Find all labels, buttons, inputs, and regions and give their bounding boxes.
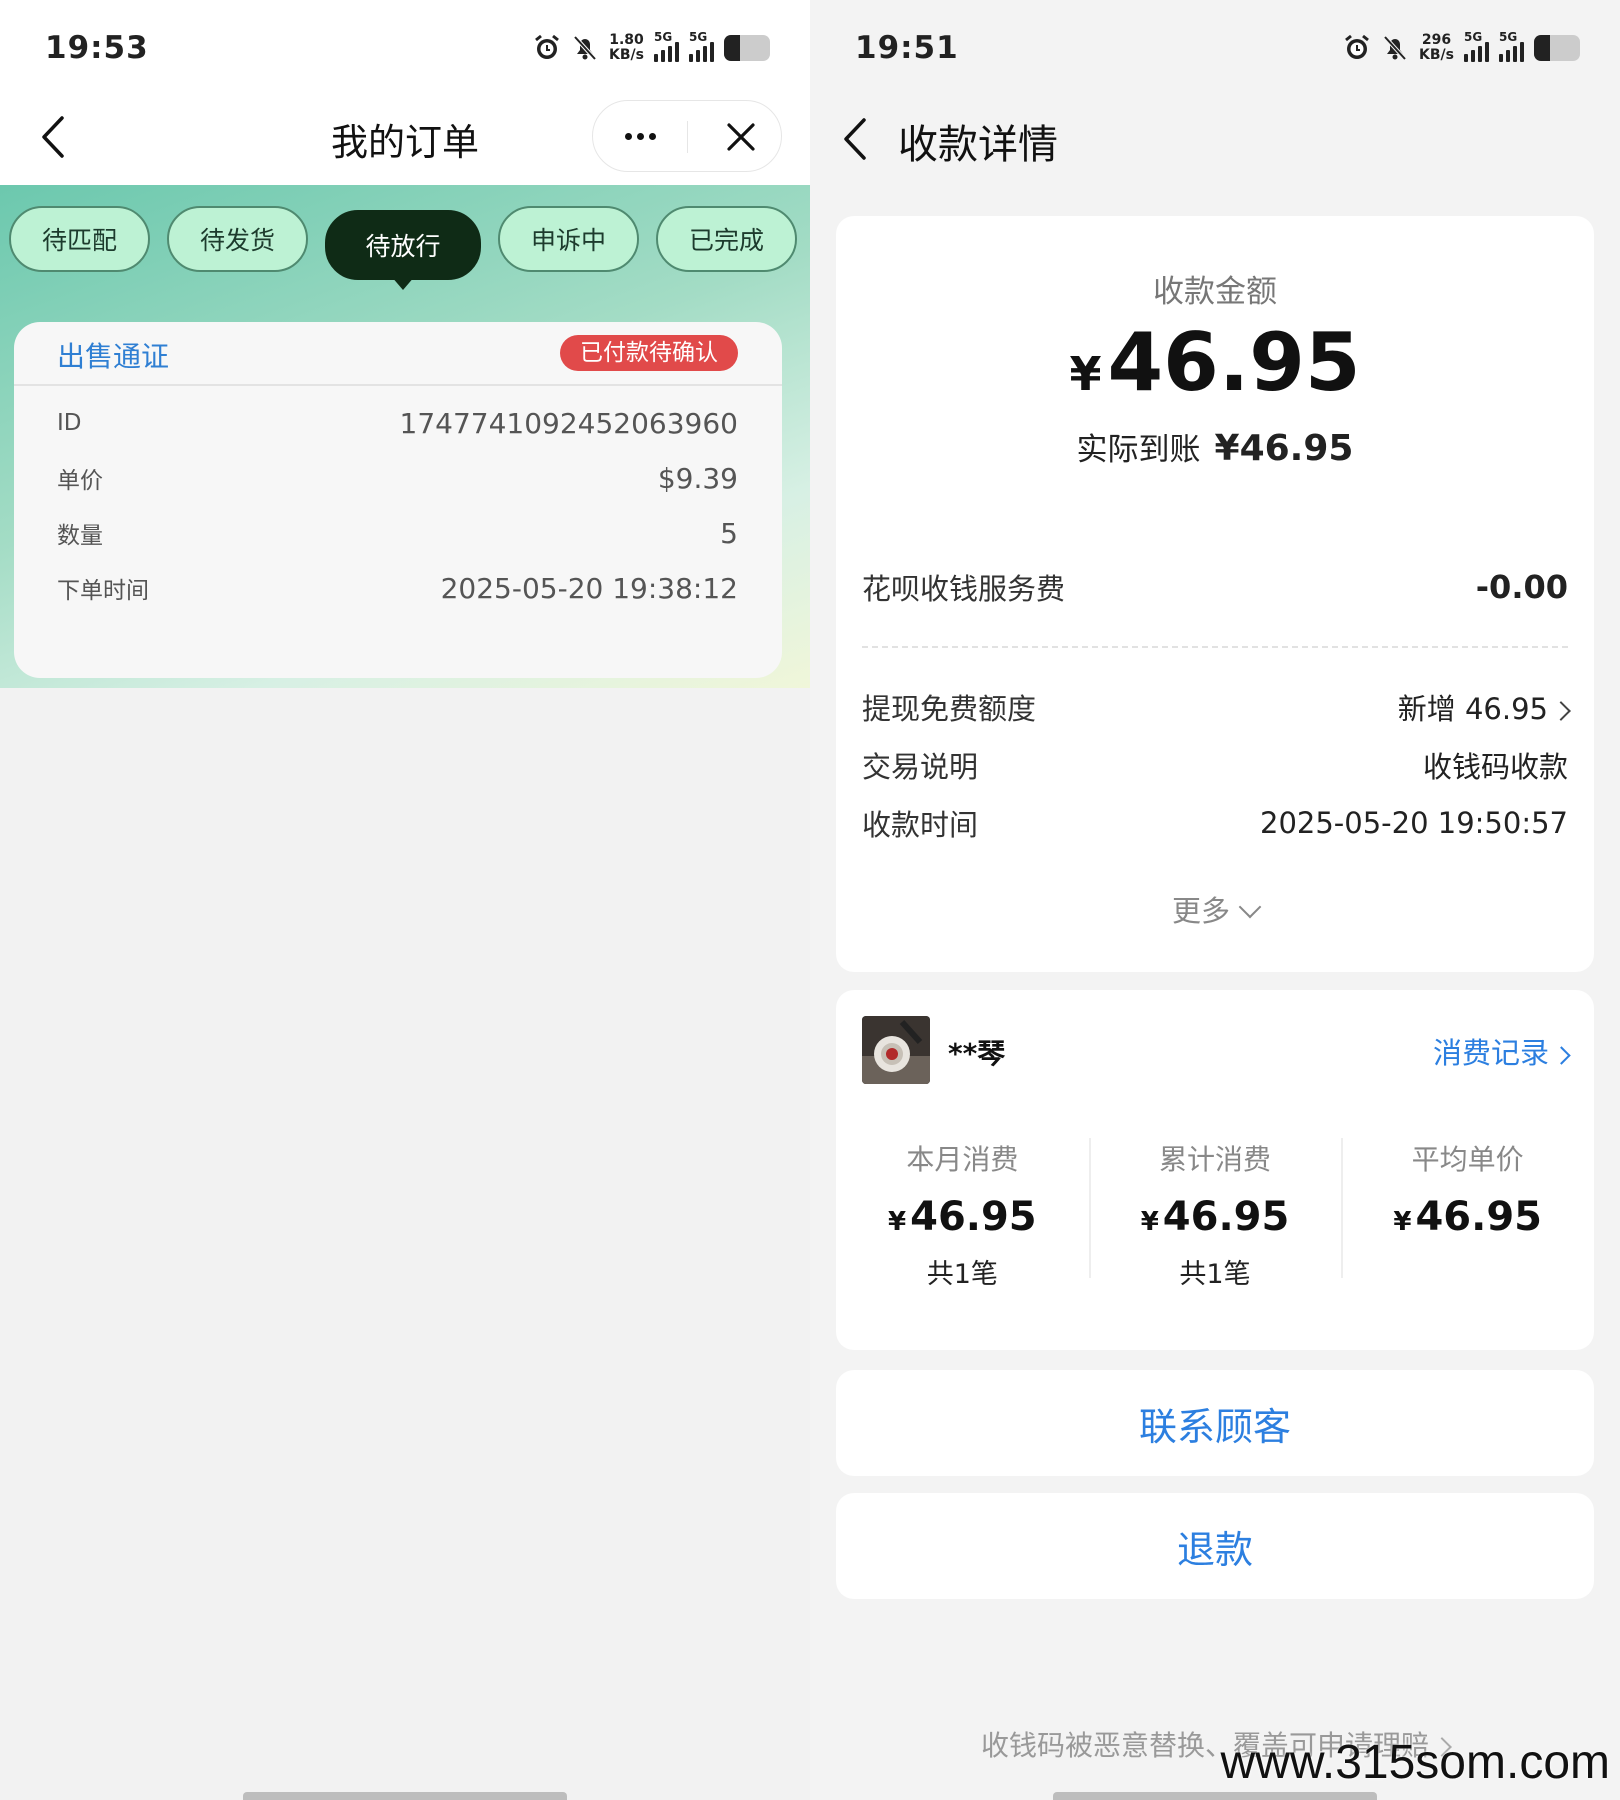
field-value: $9.39	[657, 461, 738, 495]
page-title: 收款详情	[898, 122, 1058, 168]
amount-value: ¥46.95	[1069, 316, 1361, 409]
signal-icon: 5G	[1499, 30, 1524, 62]
chevron-right-icon	[1552, 1045, 1571, 1065]
order-title: 出售通证	[57, 340, 170, 373]
watermark: www.315som.com	[1220, 1736, 1610, 1789]
field-label: 花呗收钱服务费	[862, 572, 1066, 606]
mute-bell-icon	[573, 35, 597, 61]
tab-appealing[interactable]: 申诉中	[498, 206, 639, 272]
field-value: -0.00	[1475, 568, 1568, 606]
network-speed: 296 KB/s	[1419, 32, 1454, 63]
status-bar: 19:53 1.80 KB/s 5G 5G	[0, 0, 810, 90]
customer-card: **琴 消费记录 本月消费 ¥46.95 共1笔 累计消费 ¥46.95 共1笔…	[836, 990, 1594, 1350]
avatar[interactable]	[862, 1016, 930, 1084]
tab-completed[interactable]: 已完成	[656, 206, 797, 272]
stat-average: 平均单价 ¥46.95	[1341, 1138, 1594, 1291]
field-value: 收钱码收款	[1422, 750, 1568, 784]
chevron-down-icon	[1238, 895, 1262, 919]
miniapp-capsule	[592, 100, 782, 172]
back-icon[interactable]	[838, 116, 874, 162]
home-indicator	[1053, 1792, 1377, 1800]
unit-price-row: 单价 $9.39	[57, 458, 738, 498]
status-time: 19:51	[855, 30, 959, 66]
field-label: 单价	[57, 468, 103, 494]
field-label: ID	[57, 410, 82, 436]
contact-customer-button[interactable]: 联系顾客	[836, 1370, 1594, 1476]
field-label: 数量	[57, 523, 103, 549]
refund-button[interactable]: 退款	[836, 1493, 1594, 1599]
signal-icon: 5G	[654, 30, 679, 62]
orders-screen: 19:53 1.80 KB/s 5G 5G 我的订单 待匹配 待发货 待放行 申诉…	[0, 0, 810, 1800]
consumption-records-link[interactable]: 消费记录	[1433, 1030, 1571, 1072]
payment-summary-card: 收款金额 ¥46.95 实际到账 ¥46.95 花呗收钱服务费 -0.00 提现免…	[836, 216, 1594, 972]
nav-bar: 我的订单	[0, 90, 810, 185]
field-value: 新增 46.95	[1398, 686, 1571, 728]
payment-detail-screen: 19:51 296 KB/s 5G 5G 收款详情 收款金额 ¥46.95 实际到…	[810, 0, 1620, 1800]
order-card[interactable]: 出售通证 已付款待确认 ID 1747741092452063960 单价 $9…	[14, 322, 782, 678]
battery-icon	[724, 35, 770, 61]
tab-pending-release[interactable]: 待放行	[325, 210, 481, 290]
order-time-row: 下单时间 2025-05-20 19:38:12	[57, 568, 738, 608]
amount-label: 收款金额	[1153, 274, 1277, 310]
free-quota-row[interactable]: 提现免费额度 新增 46.95	[862, 686, 1571, 728]
more-icon[interactable]	[593, 101, 687, 171]
chevron-right-icon	[1551, 701, 1571, 721]
field-value: 2025-05-20 19:50:57	[1260, 806, 1568, 840]
home-indicator	[243, 1792, 567, 1800]
field-value: 5	[720, 516, 738, 550]
field-label: 交易说明	[862, 750, 979, 784]
status-badge: 已付款待确认	[560, 335, 738, 371]
nav-bar: 收款详情	[810, 90, 1620, 190]
payment-time-row: 收款时间 2025-05-20 19:50:57	[862, 802, 1568, 844]
quantity-row: 数量 5	[57, 513, 738, 553]
network-speed: 1.80 KB/s	[609, 32, 644, 63]
customer-stats: 本月消费 ¥46.95 共1笔 累计消费 ¥46.95 共1笔 平均单价 ¥46…	[836, 1138, 1594, 1291]
close-icon[interactable]	[723, 119, 759, 155]
more-toggle[interactable]: 更多	[836, 888, 1594, 930]
field-label: 提现免费额度	[862, 692, 1037, 726]
customer-name: **琴	[948, 1037, 1006, 1070]
stat-total: 累计消费 ¥46.95 共1笔	[1088, 1138, 1342, 1291]
alarm-icon	[535, 34, 559, 59]
stat-this-month: 本月消费 ¥46.95 共1笔	[888, 1143, 1037, 1290]
field-label: 收款时间	[862, 808, 979, 842]
signal-icon: 5G	[1464, 30, 1489, 62]
signal-icon: 5G	[689, 30, 714, 62]
status-time: 19:53	[45, 30, 149, 66]
description-row: 交易说明 收钱码收款	[862, 744, 1568, 786]
tab-pending-match[interactable]: 待匹配	[9, 206, 150, 272]
field-label: 下单时间	[57, 578, 149, 604]
alarm-icon	[1345, 34, 1369, 59]
order-status-tabs: 待匹配 待发货 待放行 申诉中 已完成	[9, 206, 797, 290]
service-fee-row: 花呗收钱服务费 -0.00	[862, 566, 1568, 608]
status-bar: 19:51 296 KB/s 5G 5G	[810, 0, 1620, 90]
tab-pending-ship[interactable]: 待发货	[167, 206, 308, 272]
actual-received: 实际到账 ¥46.95	[1076, 428, 1354, 469]
field-value: 1747741092452063960	[399, 406, 738, 440]
order-id-row: ID 1747741092452063960	[57, 403, 738, 443]
field-value: 2025-05-20 19:38:12	[440, 571, 738, 605]
mute-bell-icon	[1383, 35, 1407, 61]
battery-icon	[1534, 35, 1580, 61]
divider	[862, 646, 1568, 648]
